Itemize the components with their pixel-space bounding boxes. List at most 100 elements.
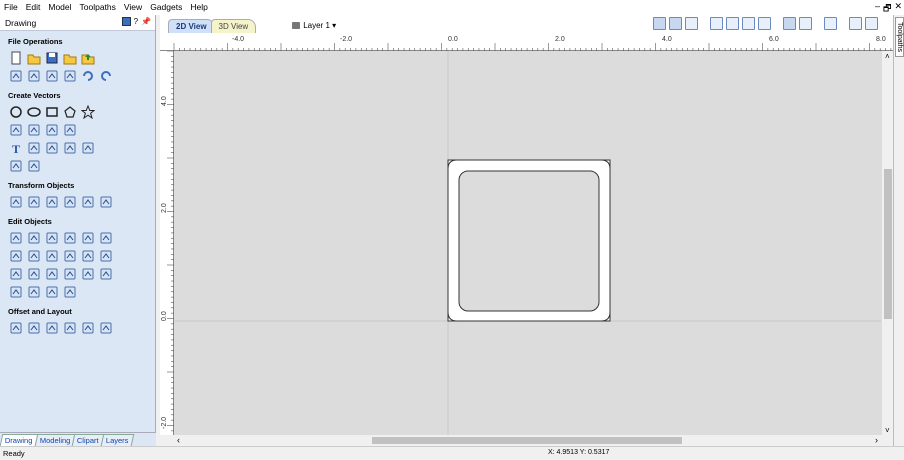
layout-vertical-icon[interactable] — [865, 17, 878, 30]
save-icon[interactable] — [45, 51, 59, 65]
ungroup-icon[interactable] — [81, 231, 95, 245]
center-icon[interactable] — [99, 195, 113, 209]
layer-selector[interactable]: Layer 1 ▾ — [292, 21, 336, 33]
tab-clipart[interactable]: Clipart — [71, 434, 104, 446]
scissors-icon[interactable] — [81, 249, 95, 263]
scroll-right-icon[interactable]: › — [875, 435, 878, 445]
drawing-canvas[interactable] — [174, 51, 881, 435]
scroll-up-icon[interactable]: ˄ — [885, 52, 890, 61]
open-file-icon[interactable] — [63, 51, 77, 65]
import-icon[interactable] — [81, 51, 95, 65]
text-on-curve-icon[interactable] — [45, 141, 59, 155]
tab-layers[interactable]: Layers — [100, 434, 134, 446]
greater-icon[interactable] — [45, 285, 59, 299]
trim-icon[interactable] — [99, 231, 113, 245]
snap-settings-icon[interactable] — [799, 17, 812, 30]
measure-icon[interactable] — [27, 159, 41, 173]
circle-icon[interactable] — [9, 105, 23, 119]
tab-modeling[interactable]: Modeling — [34, 434, 76, 446]
text-adjust-icon[interactable] — [81, 141, 95, 155]
outline-icon[interactable] — [9, 285, 23, 299]
menu-model[interactable]: Model — [44, 0, 75, 15]
inner-rounded-rectangle[interactable] — [458, 170, 600, 312]
distort-icon[interactable] — [81, 195, 95, 209]
text-arrange-icon[interactable] — [63, 141, 77, 155]
arc-icon[interactable] — [27, 123, 41, 137]
select-icon[interactable] — [9, 231, 23, 245]
grid-icon[interactable] — [685, 17, 698, 30]
pattern-icon[interactable] — [99, 321, 113, 335]
subtract-icon[interactable] — [27, 249, 41, 263]
text-frame-icon[interactable] — [27, 141, 41, 155]
weld-icon[interactable] — [9, 249, 23, 263]
vertical-scroll-thumb[interactable] — [884, 169, 892, 319]
zoom-selection-icon[interactable] — [758, 17, 771, 30]
toolpath-preview-icon[interactable] — [824, 17, 837, 30]
mirror-icon[interactable] — [63, 195, 77, 209]
paste-icon[interactable] — [63, 69, 77, 83]
image-trace-icon[interactable] — [81, 267, 95, 281]
scroll-down-icon[interactable]: ˅ — [885, 426, 890, 435]
smooth-icon[interactable] — [45, 231, 59, 245]
fit-view-icon[interactable] — [653, 17, 666, 30]
arrow-icon[interactable] — [63, 267, 77, 281]
offset-icon[interactable] — [9, 321, 23, 335]
brace-icon[interactable] — [63, 285, 77, 299]
help-icon[interactable]: ? — [134, 17, 138, 26]
open-folder-icon[interactable] — [27, 51, 41, 65]
menu-gadgets[interactable]: Gadgets — [146, 0, 186, 15]
tab-3d-view[interactable]: 3D View — [210, 19, 257, 33]
ellipse-icon[interactable] — [27, 105, 41, 119]
nest-icon[interactable] — [63, 321, 77, 335]
rectangle-icon[interactable] — [45, 105, 59, 119]
scale-icon[interactable] — [27, 195, 41, 209]
node-edit-icon[interactable] — [27, 231, 41, 245]
copy-icon[interactable] — [45, 69, 59, 83]
toolpaths-tab[interactable]: Toolpaths — [895, 17, 904, 57]
tab-2d-view[interactable]: 2D View — [168, 19, 215, 33]
select-all-icon[interactable] — [9, 69, 23, 83]
panel-layout-icon[interactable] — [121, 17, 131, 26]
zoom-out-icon[interactable] — [742, 17, 755, 30]
scroll-left-icon[interactable]: ‹ — [177, 435, 180, 445]
move-icon[interactable] — [9, 195, 23, 209]
image-icon[interactable] — [99, 267, 113, 281]
menu-view[interactable]: View — [120, 0, 146, 15]
menu-edit[interactable]: Edit — [22, 0, 45, 15]
vertical-scrollbar[interactable]: ˄ ˅ — [881, 51, 893, 435]
spiral-icon[interactable] — [63, 123, 77, 137]
layout-horizontal-icon[interactable] — [849, 17, 862, 30]
tab-drawing[interactable]: Drawing — [0, 434, 38, 446]
group-icon[interactable] — [63, 231, 77, 245]
zoom-box-icon[interactable] — [669, 17, 682, 30]
polygon-icon[interactable] — [63, 105, 77, 119]
menu-help[interactable]: Help — [186, 0, 211, 15]
array-icon[interactable] — [27, 321, 41, 335]
menu-file[interactable]: File — [0, 0, 22, 15]
horizontal-scroll-thumb[interactable] — [372, 437, 682, 444]
dimension-icon[interactable] — [9, 159, 23, 173]
intersect-icon[interactable] — [45, 249, 59, 263]
chevron-icon[interactable] — [27, 267, 41, 281]
text-icon[interactable]: T — [9, 141, 23, 155]
polyline-icon[interactable] — [9, 123, 23, 137]
pin-icon[interactable]: 📌 — [141, 17, 151, 26]
menu-toolpaths[interactable]: Toolpaths — [76, 0, 120, 15]
align-icon[interactable] — [45, 195, 59, 209]
fillet-icon[interactable] — [99, 249, 113, 263]
curve-icon[interactable] — [45, 123, 59, 137]
circular-array-icon[interactable] — [45, 321, 59, 335]
new-file-icon[interactable] — [9, 51, 23, 65]
layout-grid-icon[interactable] — [81, 321, 95, 335]
cut-icon[interactable] — [27, 69, 41, 83]
redo-icon[interactable] — [99, 69, 113, 83]
bracket-icon[interactable] — [27, 285, 41, 299]
snap-icon[interactable] — [783, 17, 796, 30]
offset-left-icon[interactable] — [9, 267, 23, 281]
boolean-icon[interactable] — [63, 249, 77, 263]
horizontal-scrollbar[interactable]: ‹ › — [174, 435, 881, 446]
zoom-in-icon[interactable] — [726, 17, 739, 30]
star-icon[interactable] — [81, 105, 95, 119]
undo-icon[interactable] — [81, 69, 95, 83]
curve-fit-icon[interactable] — [45, 267, 59, 281]
